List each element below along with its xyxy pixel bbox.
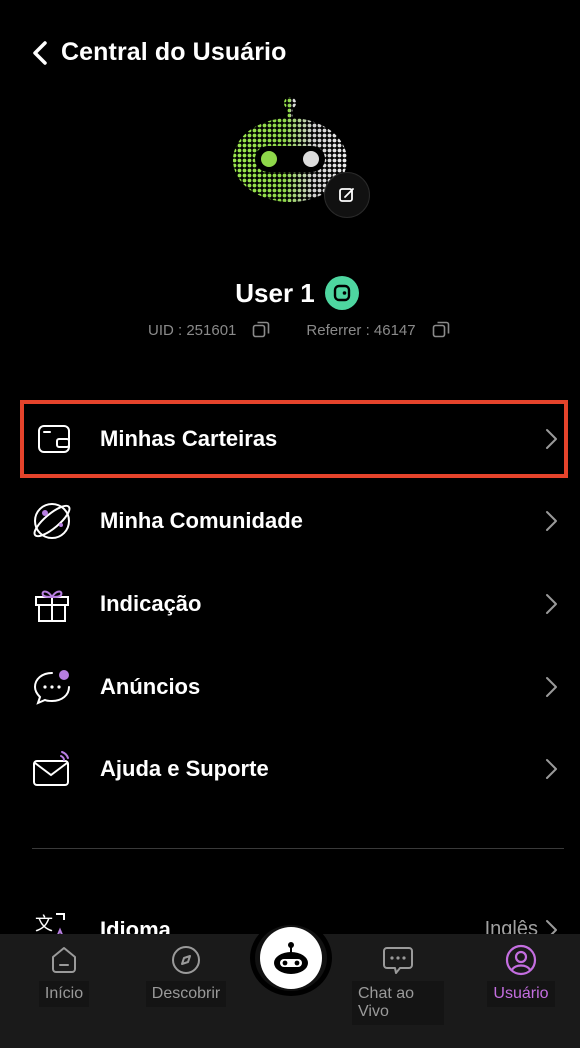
menu-label: Minhas Carteiras xyxy=(100,426,278,451)
nav-home[interactable]: Início xyxy=(20,944,108,1007)
page-title: Central do Usuário xyxy=(61,38,287,66)
gift-icon xyxy=(32,584,72,624)
back-button[interactable] xyxy=(26,38,54,68)
bot-center-button[interactable] xyxy=(250,920,332,996)
header: Central do Usuário xyxy=(0,30,580,76)
nav-user[interactable]: Usuário xyxy=(484,944,558,1007)
uid-text: UID : 251601 xyxy=(148,321,237,339)
nav-label: Início xyxy=(38,981,90,1007)
edit-icon xyxy=(339,188,354,202)
home-icon xyxy=(48,944,80,976)
mail-icon xyxy=(32,749,72,789)
nav-discover[interactable]: Descobrir xyxy=(138,944,234,1007)
menu-label: Minha Comunidade xyxy=(100,508,303,533)
nav-live-chat[interactable]: Chat ao Vivo xyxy=(352,944,444,1025)
copy-uid-icon[interactable] xyxy=(252,321,270,339)
menu-label: Ajuda e Suporte xyxy=(100,756,269,781)
chevron-right-icon xyxy=(546,511,557,531)
svg-text:文: 文 xyxy=(35,914,53,935)
menu-item-community[interactable]: Minha Comunidade xyxy=(20,482,568,560)
nav-label: Descobrir xyxy=(145,981,227,1007)
menu-item-referral[interactable]: Indicação xyxy=(20,565,568,643)
chevron-right-icon xyxy=(546,677,557,697)
menu-item-announcements[interactable]: Anúncios xyxy=(20,648,568,726)
nav-label: Chat ao Vivo xyxy=(352,981,444,1025)
copy-referrer-icon[interactable] xyxy=(432,321,450,339)
username-row: User 1 xyxy=(0,276,580,310)
compass-icon xyxy=(170,944,202,976)
nav-label: Usuário xyxy=(487,981,555,1007)
menu-label: Anúncios xyxy=(100,674,201,699)
robot-icon xyxy=(260,927,322,989)
chevron-left-icon xyxy=(33,41,47,65)
ids-row: UID : 251601 Referrer : 46147 xyxy=(148,320,450,340)
username: User 1 xyxy=(235,277,315,308)
referrer-text: Referrer : 46147 xyxy=(306,321,416,339)
menu-item-wallets[interactable]: Minhas Carteiras xyxy=(20,400,568,478)
chat-icon xyxy=(382,944,414,976)
chevron-right-icon xyxy=(546,429,557,449)
user-icon xyxy=(505,944,537,976)
verified-badge-icon xyxy=(324,276,359,310)
divider xyxy=(32,848,564,849)
edit-avatar-button[interactable] xyxy=(324,172,370,218)
wallet-icon xyxy=(34,419,74,459)
menu-item-help-support[interactable]: Ajuda e Suporte xyxy=(20,730,568,808)
chat-bubble-icon xyxy=(32,667,72,707)
planet-icon xyxy=(32,501,72,541)
chevron-right-icon xyxy=(546,759,557,779)
menu-label: Indicação xyxy=(100,591,202,616)
chevron-right-icon xyxy=(546,594,557,614)
